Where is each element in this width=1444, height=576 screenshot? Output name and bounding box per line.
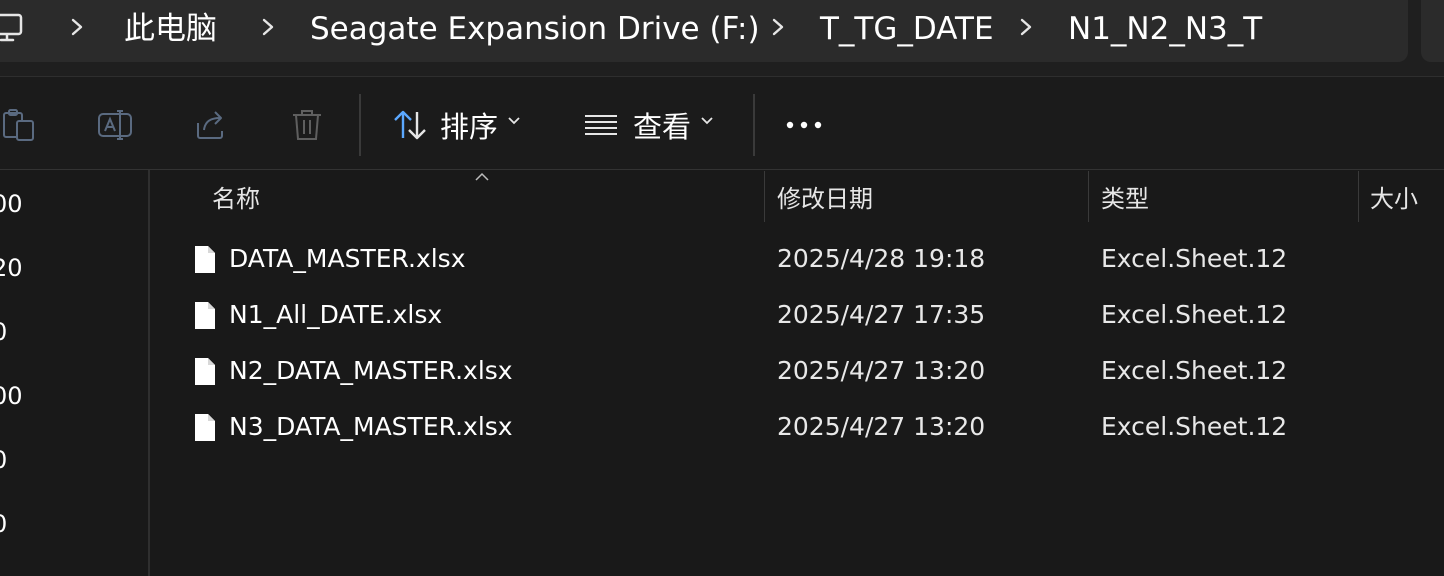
computer-icon[interactable] bbox=[0, 9, 26, 45]
navigation-pane: 00 20 0 00 0 0 bbox=[0, 170, 148, 576]
nav-item-fragment[interactable]: 0 bbox=[0, 510, 7, 538]
nav-item-fragment[interactable]: 0 bbox=[0, 446, 7, 474]
sort-button[interactable]: 排序 bbox=[392, 97, 520, 153]
chevron-down-icon bbox=[701, 117, 713, 125]
file-type: Excel.Sheet.12 bbox=[1101, 356, 1288, 385]
sort-label: 排序 bbox=[440, 110, 499, 144]
file-date: 2025/4/27 13:20 bbox=[777, 356, 986, 385]
column-header-type[interactable]: 类型 bbox=[1101, 182, 1149, 216]
address-strip: 此电脑 Seagate Expansion Drive (F:) T_TG_DA… bbox=[0, 0, 1444, 76]
breadcrumb-this-pc[interactable]: 此电脑 bbox=[124, 6, 217, 52]
file-name: DATA_MASTER.xlsx bbox=[229, 244, 466, 273]
breadcrumb-folder-t-tg-date[interactable]: T_TG_DATE bbox=[820, 6, 994, 52]
view-list-icon bbox=[585, 115, 617, 135]
column-header-name[interactable]: 名称 bbox=[212, 182, 260, 216]
column-separator[interactable] bbox=[1088, 171, 1089, 222]
chevron-right-icon[interactable] bbox=[768, 15, 788, 39]
nav-item-fragment[interactable]: 00 bbox=[0, 382, 23, 410]
more-icon[interactable] bbox=[784, 119, 824, 131]
file-row[interactable]: N3_DATA_MASTER.xlsx 2025/4/27 13:20 Exce… bbox=[160, 401, 1444, 453]
file-type: Excel.Sheet.12 bbox=[1101, 412, 1288, 441]
delete-icon[interactable] bbox=[290, 108, 324, 142]
breadcrumb-current-folder[interactable]: N1_N2_N3_T bbox=[1068, 6, 1262, 52]
paste-icon[interactable] bbox=[2, 108, 36, 142]
file-type: Excel.Sheet.12 bbox=[1101, 300, 1288, 329]
nav-item-fragment[interactable]: 00 bbox=[0, 190, 23, 218]
column-header-size[interactable]: 大小 bbox=[1370, 182, 1418, 216]
column-separator[interactable] bbox=[1358, 171, 1359, 222]
file-date: 2025/4/28 19:18 bbox=[777, 244, 986, 273]
toolbar-separator bbox=[359, 94, 361, 156]
command-bar: 排序 查看 bbox=[0, 76, 1444, 170]
file-date: 2025/4/27 13:20 bbox=[777, 412, 986, 441]
view-button[interactable]: 查看 bbox=[584, 97, 713, 153]
toolbar-separator bbox=[753, 94, 755, 156]
nav-item-fragment[interactable]: 20 bbox=[0, 254, 23, 282]
view-label: 查看 bbox=[633, 110, 692, 144]
file-row[interactable]: N2_DATA_MASTER.xlsx 2025/4/27 13:20 Exce… bbox=[160, 345, 1444, 397]
pane-splitter[interactable] bbox=[148, 170, 150, 576]
column-header-date[interactable]: 修改日期 bbox=[777, 182, 873, 216]
chevron-down-icon bbox=[508, 117, 520, 125]
rename-icon[interactable] bbox=[98, 108, 132, 142]
file-type: Excel.Sheet.12 bbox=[1101, 244, 1288, 273]
file-row[interactable]: DATA_MASTER.xlsx 2025/4/28 19:18 Excel.S… bbox=[160, 233, 1444, 285]
sort-icon bbox=[394, 110, 426, 140]
file-icon bbox=[195, 246, 215, 273]
share-icon[interactable] bbox=[194, 108, 228, 142]
file-row[interactable]: N1_All_DATE.xlsx 2025/4/27 17:35 Excel.S… bbox=[160, 289, 1444, 341]
file-icon bbox=[195, 414, 215, 441]
file-name: N3_DATA_MASTER.xlsx bbox=[229, 412, 513, 441]
file-icon bbox=[195, 302, 215, 329]
file-date: 2025/4/27 17:35 bbox=[777, 300, 986, 329]
chevron-right-icon[interactable] bbox=[258, 15, 278, 39]
column-separator[interactable] bbox=[764, 171, 765, 222]
file-name: N1_All_DATE.xlsx bbox=[229, 300, 443, 329]
sort-ascending-icon bbox=[475, 172, 489, 181]
file-name: N2_DATA_MASTER.xlsx bbox=[229, 356, 513, 385]
chevron-right-icon[interactable] bbox=[67, 15, 87, 39]
breadcrumb-drive[interactable]: Seagate Expansion Drive (F:) bbox=[310, 6, 760, 52]
search-box[interactable] bbox=[1421, 0, 1444, 62]
nav-item-fragment[interactable]: 0 bbox=[0, 318, 7, 346]
chevron-right-icon[interactable] bbox=[1016, 15, 1036, 39]
address-bar[interactable]: 此电脑 Seagate Expansion Drive (F:) T_TG_DA… bbox=[0, 0, 1408, 62]
file-icon bbox=[195, 358, 215, 385]
